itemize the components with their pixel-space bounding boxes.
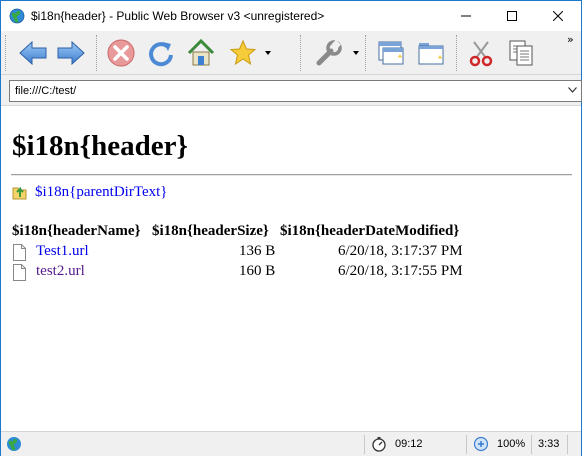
- favorites-button[interactable]: [225, 35, 261, 71]
- column-header-name[interactable]: $i18n{headerName}: [12, 223, 140, 240]
- column-header-date[interactable]: $i18n{headerDateModified}: [280, 223, 459, 240]
- home-button[interactable]: [183, 35, 219, 71]
- cut-button[interactable]: [463, 35, 499, 71]
- status-separator: [466, 435, 467, 454]
- toolbar-separator: [96, 35, 99, 71]
- parent-folder-icon[interactable]: [12, 184, 28, 205]
- address-dropdown-icon[interactable]: [568, 87, 577, 93]
- table-row: test2.url 160 B 6/20/18, 3:17:55 PM: [1, 263, 581, 283]
- globe-status-icon: [6, 436, 22, 455]
- file-date: 6/20/18, 3:17:37 PM: [338, 243, 463, 259]
- zoom-level[interactable]: 100%: [497, 438, 525, 450]
- toolbar-overflow-chevron[interactable]: »: [567, 33, 574, 46]
- scissors-icon: [466, 38, 496, 68]
- title-bar[interactable]: $i18n{header} - Public Web Browser v3 <u…: [1, 1, 581, 31]
- column-header-size[interactable]: $i18n{headerSize}: [152, 223, 269, 240]
- file-link[interactable]: test2.url: [36, 263, 85, 280]
- toolbar-grip[interactable]: [5, 35, 8, 71]
- zoom-icon[interactable]: [473, 436, 489, 455]
- stopwatch-icon: [371, 436, 387, 455]
- window-title: $i18n{header} - Public Web Browser v3 <u…: [31, 9, 325, 23]
- wrench-icon: [314, 38, 344, 68]
- load-time-text: 09:12: [395, 438, 423, 450]
- file-icon: [13, 244, 26, 265]
- tools-dropdown-arrow-icon[interactable]: [353, 51, 359, 55]
- refresh-icon: [146, 38, 176, 68]
- address-bar: file:///C:/test/: [1, 75, 582, 105]
- forward-button[interactable]: [53, 35, 89, 71]
- close-button[interactable]: [535, 1, 581, 31]
- status-bar: 09:12 100% 3:33: [1, 431, 581, 456]
- refresh-button[interactable]: [143, 35, 179, 71]
- globe-app-icon: [9, 8, 25, 24]
- new-tab-button[interactable]: [413, 35, 449, 71]
- new-tab-icon: [416, 38, 446, 68]
- browser-window: $i18n{header} - Public Web Browser v3 <u…: [0, 0, 582, 456]
- home-icon: [186, 38, 216, 68]
- stop-icon: [106, 38, 136, 68]
- address-input[interactable]: file:///C:/test/: [9, 80, 582, 102]
- copy-icon: [506, 38, 536, 68]
- toolbar-separator-2: [365, 35, 368, 71]
- toolbar-grip-2[interactable]: [300, 35, 303, 71]
- new-window-button[interactable]: [373, 35, 409, 71]
- favorites-dropdown-arrow-icon[interactable]: [265, 51, 271, 55]
- copy-button[interactable]: [503, 35, 539, 71]
- parent-directory-link[interactable]: $i18n{parentDirText}: [35, 184, 167, 201]
- file-size: 160 B: [239, 263, 276, 279]
- file-date: 6/20/18, 3:17:55 PM: [338, 263, 463, 279]
- file-link[interactable]: Test1.url: [36, 243, 89, 260]
- file-icon: [13, 264, 26, 285]
- toolbar: »: [1, 31, 581, 75]
- toolbar-separator-3: [456, 35, 459, 71]
- forward-arrow-icon: [55, 39, 87, 67]
- table-row: Test1.url 136 B 6/20/18, 3:17:37 PM: [1, 243, 581, 263]
- address-value[interactable]: file:///C:/test/: [15, 85, 76, 97]
- status-separator: [531, 435, 532, 454]
- stop-button[interactable]: [103, 35, 139, 71]
- file-size: 136 B: [239, 243, 276, 259]
- horizontal-rule: [11, 174, 572, 176]
- page-content: $i18n{header} $i18n{parentDirText} $i18n…: [1, 105, 581, 431]
- new-window-icon: [376, 38, 406, 68]
- back-button[interactable]: [15, 35, 51, 71]
- maximize-button[interactable]: [489, 1, 535, 31]
- status-separator: [567, 435, 568, 454]
- star-icon: [228, 38, 258, 68]
- minimize-button[interactable]: [443, 1, 489, 31]
- tools-button[interactable]: [311, 35, 347, 71]
- status-separator: [364, 435, 365, 454]
- page-heading: $i18n{header}: [12, 130, 188, 162]
- status-clock: 3:33: [538, 438, 560, 450]
- back-arrow-icon: [17, 39, 49, 67]
